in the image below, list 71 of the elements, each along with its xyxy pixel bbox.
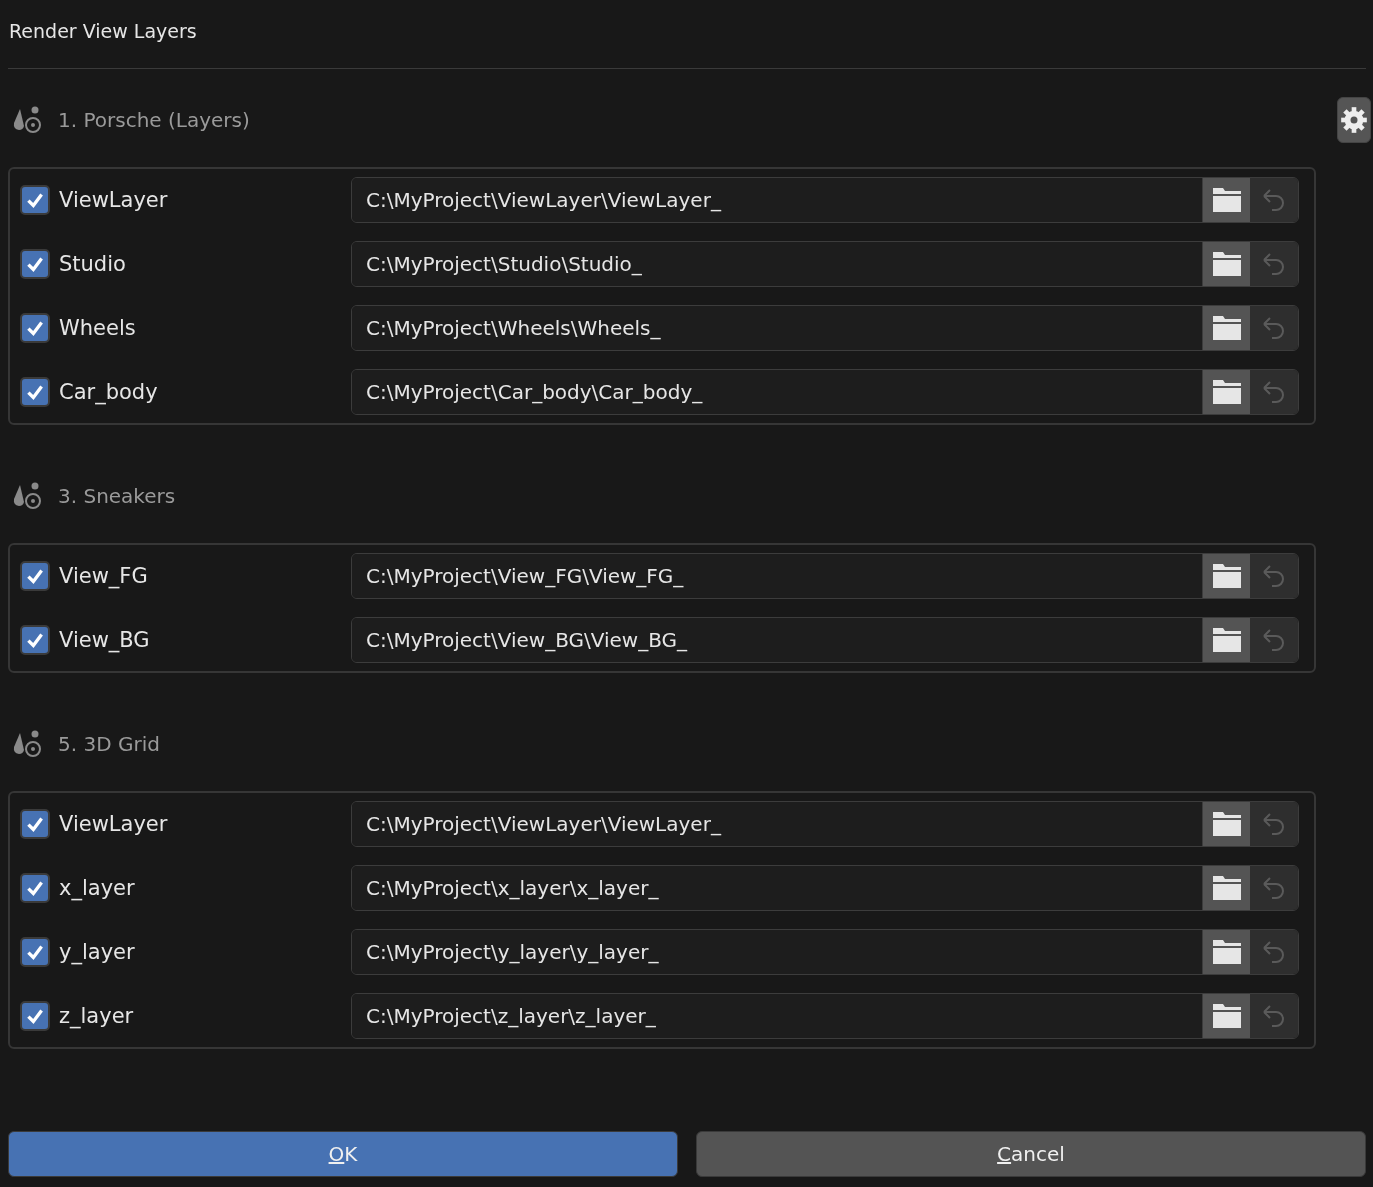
undo-arrow-icon [1261, 939, 1287, 965]
render-layers-icon [12, 729, 42, 759]
layer-checkbox[interactable] [20, 625, 50, 655]
section-title: 5. 3D Grid [58, 732, 160, 756]
output-path-field[interactable]: C:\MyProject\x_layer\x_layer_ [352, 866, 1203, 910]
browse-folder-button[interactable] [1203, 242, 1250, 286]
output-path-field[interactable]: C:\MyProject\ViewLayer\ViewLayer_ [352, 802, 1203, 846]
layer-name: Wheels [59, 316, 137, 340]
undo-arrow-icon [1261, 187, 1287, 213]
render-layers-icon [12, 481, 42, 511]
layer-checkbox[interactable] [20, 809, 50, 839]
folder-icon [1211, 1003, 1242, 1029]
layer-name: Car_body [59, 380, 159, 404]
layer-checkbox[interactable] [20, 377, 50, 407]
settings-button[interactable] [1337, 97, 1371, 143]
cancel-button[interactable]: Cancel [696, 1131, 1366, 1177]
browse-folder-button[interactable] [1203, 370, 1250, 414]
layer-checkbox[interactable] [20, 313, 50, 343]
browse-folder-button[interactable] [1203, 866, 1250, 910]
browse-folder-button[interactable] [1203, 306, 1250, 350]
section-title: 1. Porsche (Layers) [58, 108, 250, 132]
layer-name: View_BG [59, 628, 151, 652]
layer-checkbox[interactable] [20, 873, 50, 903]
folder-icon [1211, 627, 1242, 653]
undo-arrow-icon [1261, 811, 1287, 837]
folder-icon [1211, 187, 1242, 213]
browse-folder-button[interactable] [1203, 930, 1250, 974]
output-path-field[interactable]: C:\MyProject\Studio\Studio_ [352, 242, 1203, 286]
output-path-field[interactable]: C:\MyProject\z_layer\z_layer_ [352, 994, 1203, 1038]
ok-button[interactable]: OK [8, 1131, 678, 1177]
folder-icon [1211, 379, 1242, 405]
output-path-field[interactable]: C:\MyProject\Wheels\Wheels_ [352, 306, 1203, 350]
undo-arrow-icon [1261, 315, 1287, 341]
browse-folder-button[interactable] [1203, 618, 1250, 662]
layer-name: z_layer [59, 1004, 135, 1028]
layer-checkbox[interactable] [20, 561, 50, 591]
section-title: 3. Sneakers [58, 484, 176, 508]
undo-arrow-icon [1261, 379, 1287, 405]
undo-arrow-icon [1261, 251, 1287, 277]
layer-name: Studio [59, 252, 127, 276]
folder-icon [1211, 315, 1242, 341]
settings-icon [1340, 106, 1368, 134]
browse-folder-button[interactable] [1203, 178, 1250, 222]
output-path-field[interactable]: C:\MyProject\ViewLayer\ViewLayer_ [352, 178, 1203, 222]
layer-checkbox[interactable] [20, 937, 50, 967]
render-layers-icon [12, 105, 42, 135]
folder-icon [1211, 811, 1242, 837]
browse-folder-button[interactable] [1203, 802, 1250, 846]
folder-icon [1211, 251, 1242, 277]
layer-name: x_layer [59, 876, 136, 900]
undo-arrow-icon [1261, 563, 1287, 589]
folder-icon [1211, 875, 1242, 901]
layer-checkbox[interactable] [20, 249, 50, 279]
layer-checkbox[interactable] [20, 185, 50, 215]
layer-name: ViewLayer [59, 188, 169, 212]
browse-folder-button[interactable] [1203, 994, 1250, 1038]
layer-name: y_layer [59, 940, 136, 964]
dialog-title: Render View Layers [8, 20, 198, 44]
output-path-field[interactable]: C:\MyProject\Car_body\Car_body_ [352, 370, 1203, 414]
folder-icon [1211, 563, 1242, 589]
output-path-field[interactable]: C:\MyProject\View_FG\View_FG_ [352, 554, 1203, 598]
undo-arrow-icon [1261, 627, 1287, 653]
layer-name: View_FG [59, 564, 149, 588]
folder-icon [1211, 939, 1242, 965]
layer-checkbox[interactable] [20, 1001, 50, 1031]
undo-arrow-icon [1261, 875, 1287, 901]
browse-folder-button[interactable] [1203, 554, 1250, 598]
output-path-field[interactable]: C:\MyProject\View_BG\View_BG_ [352, 618, 1203, 662]
undo-arrow-icon [1261, 1003, 1287, 1029]
layer-name: ViewLayer [59, 812, 169, 836]
output-path-field[interactable]: C:\MyProject\y_layer\y_layer_ [352, 930, 1203, 974]
